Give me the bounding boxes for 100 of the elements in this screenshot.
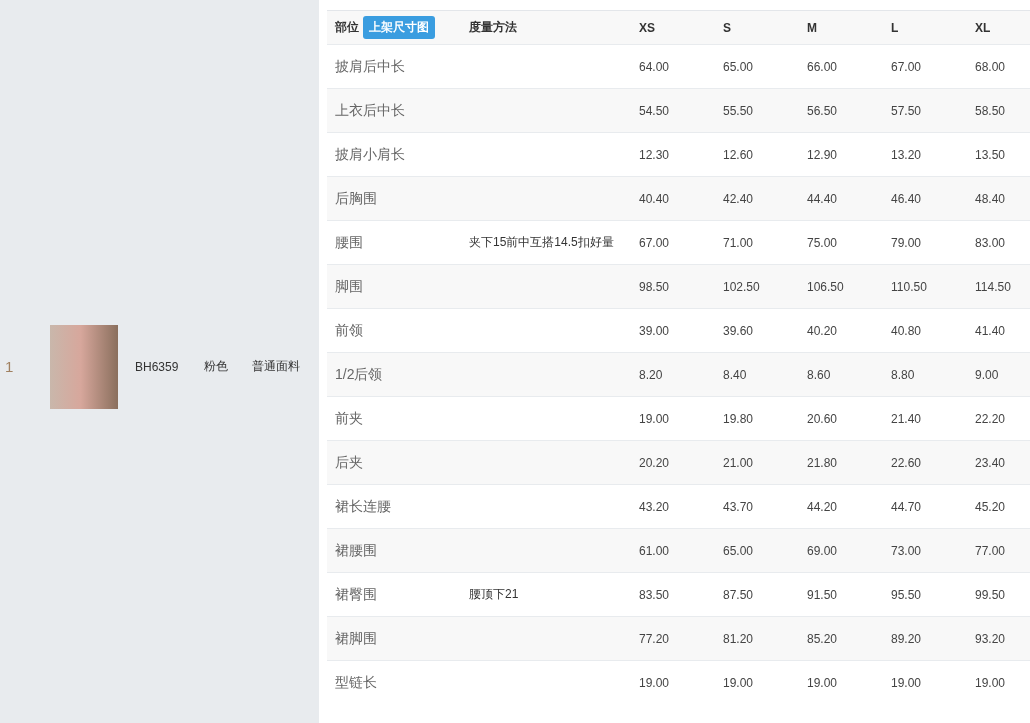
table-cell: 99.50 [967, 572, 1030, 617]
table-cell: 裙脚围 [327, 616, 461, 661]
table-cell: 上衣后中长 [327, 88, 461, 133]
table-cell: 22.60 [883, 440, 967, 485]
table-cell: 81.20 [715, 616, 799, 661]
table-cell: 56.50 [799, 88, 883, 133]
table-cell: 8.60 [799, 352, 883, 397]
table-cell: 披肩后中长 [327, 44, 461, 89]
table-cell: 48.40 [967, 176, 1030, 221]
table-cell: 110.50 [883, 264, 967, 309]
table-cell: 44.20 [799, 484, 883, 529]
table-cell: 21.40 [883, 396, 967, 441]
table-cell: 13.50 [967, 132, 1030, 177]
table-cell: 65.00 [715, 528, 799, 573]
table-cell: 40.40 [631, 176, 715, 221]
table-cell: 89.20 [883, 616, 967, 661]
table-cell: 114.50 [967, 264, 1030, 309]
column-header: 部位 上架尺寸图 [327, 10, 461, 45]
table-cell: 后胸围 [327, 176, 461, 221]
table-cell: 69.00 [799, 528, 883, 573]
table-cell: 67.00 [883, 44, 967, 89]
table-cell: 21.80 [799, 440, 883, 485]
table-cell: 19.00 [967, 660, 1030, 704]
table-cell: 66.00 [799, 44, 883, 89]
fabric-name: 普通面料 [252, 358, 301, 375]
table-cell: 41.40 [967, 308, 1030, 353]
table-cell: 裙长连腰 [327, 484, 461, 529]
table-cell: 45.20 [967, 484, 1030, 529]
table-cell: 裙腰围 [327, 528, 461, 573]
table-cell: 83.50 [631, 572, 715, 617]
table-cell: 1/2后领 [327, 352, 461, 397]
table-cell: 披肩小肩长 [327, 132, 461, 177]
table-cell: 19.80 [715, 396, 799, 441]
table-cell: 19.00 [883, 660, 967, 704]
table-cell: 40.20 [799, 308, 883, 353]
table-cell: 67.00 [631, 220, 715, 265]
table-cell: 40.80 [883, 308, 967, 353]
table-cell: 22.20 [967, 396, 1030, 441]
table-cell: 65.00 [715, 44, 799, 89]
table-cell: 55.50 [715, 88, 799, 133]
table-cell: 12.90 [799, 132, 883, 177]
table-cell: 19.00 [631, 660, 715, 704]
table-cell: 12.30 [631, 132, 715, 177]
table-cell: 8.40 [715, 352, 799, 397]
table-cell: 85.20 [799, 616, 883, 661]
table-cell: 19.00 [799, 660, 883, 704]
table-cell: 型链长 [327, 660, 461, 704]
table-cell: 61.00 [631, 528, 715, 573]
table-cell: 44.40 [799, 176, 883, 221]
table-cell: 腰顶下21 [469, 587, 519, 601]
column-header: S [715, 10, 799, 45]
table-cell: 前夹 [327, 396, 461, 441]
column-header: XL [967, 10, 1030, 45]
table-cell: 20.60 [799, 396, 883, 441]
table-cell: 39.60 [715, 308, 799, 353]
column-header: M [799, 10, 883, 45]
table-cell: 44.70 [883, 484, 967, 529]
table-cell: 91.50 [799, 572, 883, 617]
table-cell: 77.00 [967, 528, 1030, 573]
table-cell: 98.50 [631, 264, 715, 309]
table-cell: 8.80 [883, 352, 967, 397]
table-cell: 9.00 [967, 352, 1030, 397]
table-cell: 102.50 [715, 264, 799, 309]
table-cell: 106.50 [799, 264, 883, 309]
table-cell: 54.50 [631, 88, 715, 133]
color-name: 粉色 [204, 358, 229, 375]
size-chart-button[interactable]: 上架尺寸图 [363, 16, 435, 39]
table-cell: 75.00 [799, 220, 883, 265]
table-cell: 裙臀围 [327, 572, 461, 617]
table-cell: 93.20 [967, 616, 1030, 661]
table-cell: 87.50 [715, 572, 799, 617]
table-cell: 95.50 [883, 572, 967, 617]
table-cell: 43.70 [715, 484, 799, 529]
table-cell: 77.20 [631, 616, 715, 661]
product-code: BH6359 [135, 359, 179, 374]
table-cell: 后夹 [327, 440, 461, 485]
table-cell: 21.00 [715, 440, 799, 485]
table-cell: 79.00 [883, 220, 967, 265]
table-cell: 12.60 [715, 132, 799, 177]
row-number: 1 [4, 358, 15, 375]
table-cell: 39.00 [631, 308, 715, 353]
table-cell: 42.40 [715, 176, 799, 221]
table-cell: 脚围 [327, 264, 461, 309]
table-cell: 19.00 [631, 396, 715, 441]
table-cell: 83.00 [967, 220, 1030, 265]
column-header: L [883, 10, 967, 45]
table-cell: 23.40 [967, 440, 1030, 485]
table-cell: 腰围 [327, 220, 461, 265]
table-cell: 夹下15前中互搭14.5扣好量 [469, 235, 614, 249]
table-cell: 43.20 [631, 484, 715, 529]
column-header: XS [631, 10, 715, 45]
table-cell: 71.00 [715, 220, 799, 265]
table-cell: 64.00 [631, 44, 715, 89]
column-header: 度量方法 [461, 10, 631, 45]
table-cell: 19.00 [715, 660, 799, 704]
table-cell: 20.20 [631, 440, 715, 485]
table-cell: 57.50 [883, 88, 967, 133]
table-cell: 68.00 [967, 44, 1030, 89]
table-cell: 13.20 [883, 132, 967, 177]
table-cell: 8.20 [631, 352, 715, 397]
